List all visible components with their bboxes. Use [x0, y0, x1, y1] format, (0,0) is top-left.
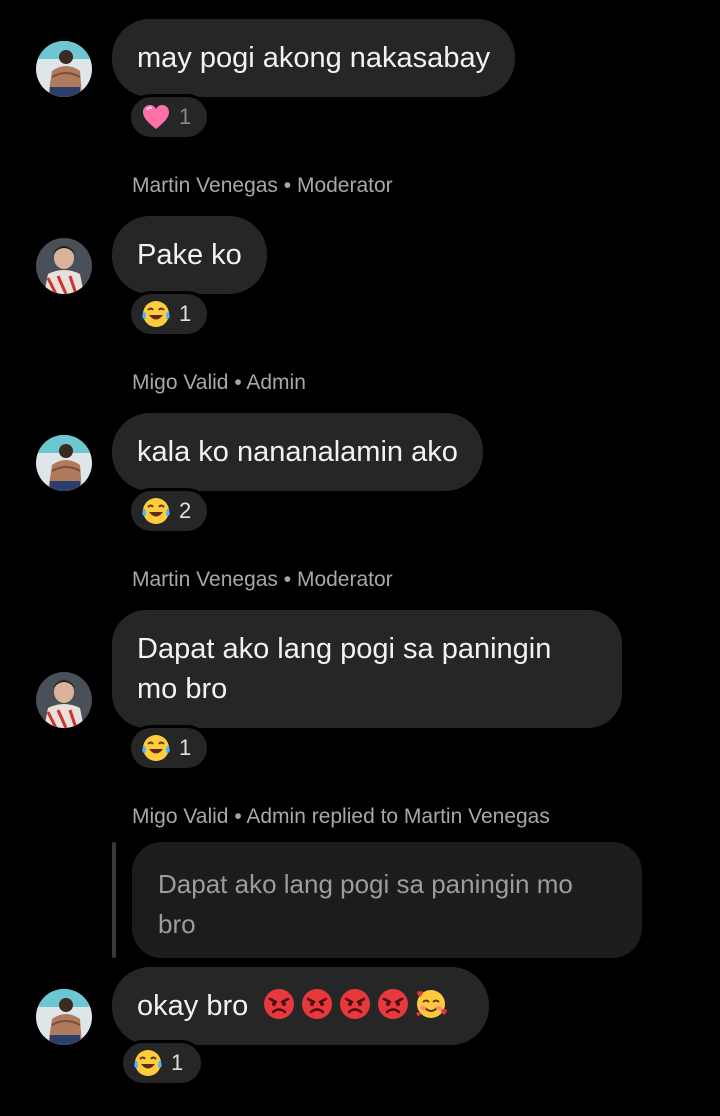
message-bubble[interactable]: okay bro [112, 967, 489, 1045]
avatar-migo[interactable] [36, 41, 92, 97]
message-bubble[interactable]: Pake ko [112, 216, 267, 294]
message-text: may pogi akong nakasabay [137, 42, 491, 74]
message-bubble[interactable]: Dapat ako lang pogi sa paningin mo bro [112, 610, 622, 728]
message-text: Dapat ako lang pogi sa paningin mo bro [137, 633, 552, 705]
sender-label: Martin Venegas • Moderator [132, 568, 393, 591]
reaction-count: 2 [179, 498, 192, 523]
reaction-badge[interactable]: 1 [128, 725, 210, 771]
message-emojis [262, 987, 452, 1021]
reply-sender-label: Migo Valid • Admin replied to Martin Ven… [132, 805, 550, 828]
avatar-migo[interactable] [36, 435, 92, 491]
angry-face-icon [338, 987, 372, 1021]
message-text: Pake ko [137, 239, 242, 271]
reaction-badge[interactable]: 1 [128, 291, 210, 337]
message-text: okay bro [137, 990, 249, 1022]
avatar-martin[interactable] [36, 238, 92, 294]
tears-of-joy-icon [141, 496, 171, 526]
message-bubble[interactable]: may pogi akong nakasabay [112, 19, 516, 97]
sender-label: Migo Valid • Admin [132, 371, 306, 394]
angry-face-icon [262, 987, 296, 1021]
pink-heart-icon [141, 102, 171, 132]
avatar-martin[interactable] [36, 672, 92, 728]
angry-face-icon [376, 987, 410, 1021]
quoted-text: Dapat ako lang pogi sa paningin mo bro [158, 869, 573, 939]
reaction-count: 1 [179, 104, 192, 129]
reaction-badge[interactable]: 1 [120, 1040, 204, 1086]
reaction-badge[interactable]: 2 [128, 488, 210, 534]
tears-of-joy-icon [133, 1048, 163, 1078]
angry-face-icon [300, 987, 334, 1021]
reaction-count: 1 [179, 735, 192, 760]
smiling-face-with-hearts-icon [414, 987, 448, 1021]
tears-of-joy-icon [141, 299, 171, 329]
reply-indicator-bar [112, 842, 116, 958]
sender-label: Martin Venegas • Moderator [132, 174, 393, 197]
reaction-count: 1 [171, 1050, 184, 1075]
reaction-badge[interactable]: 1 [128, 94, 210, 140]
tears-of-joy-icon [141, 733, 171, 763]
avatar-migo[interactable] [36, 989, 92, 1045]
quoted-message[interactable]: Dapat ako lang pogi sa paningin mo bro [132, 842, 642, 958]
reaction-count: 1 [179, 301, 192, 326]
message-text: kala ko nananalamin ako [137, 436, 458, 468]
message-bubble[interactable]: kala ko nananalamin ako [112, 413, 483, 491]
